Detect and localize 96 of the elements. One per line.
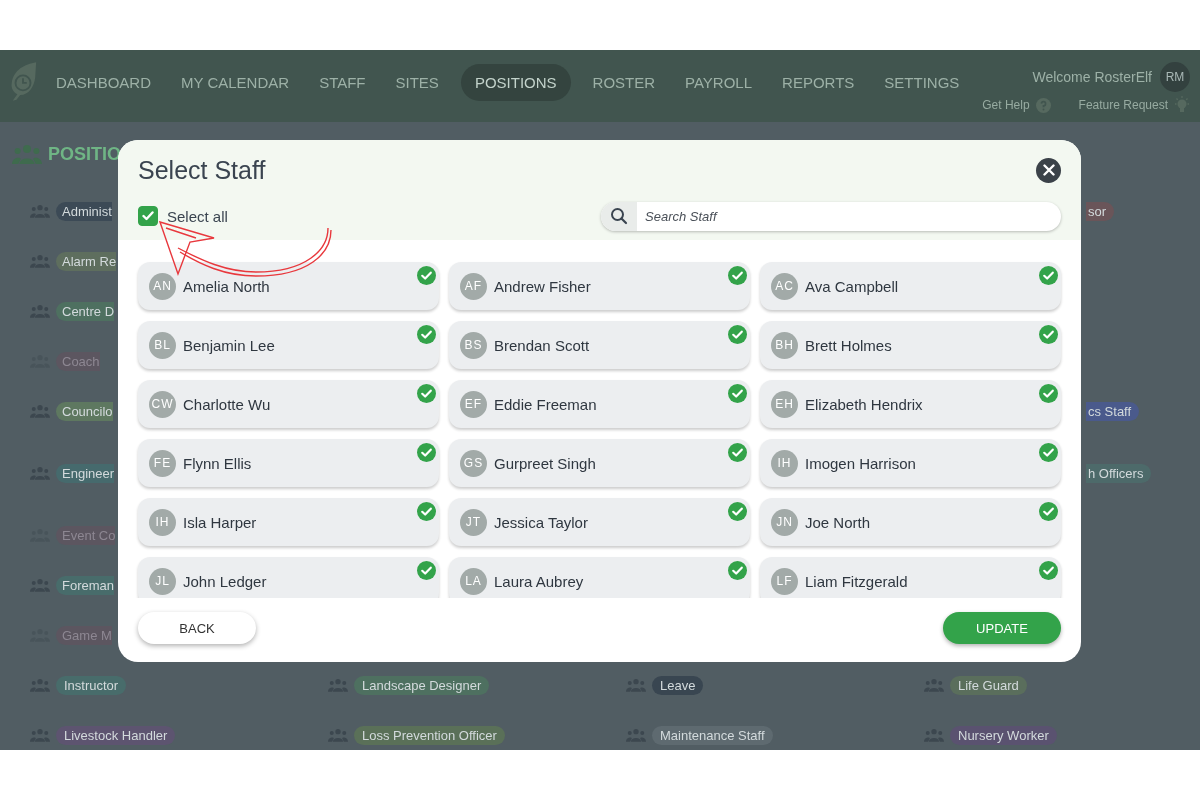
staff-card[interactable]: FE Flynn Ellis: [138, 439, 439, 487]
staff-avatar: AN: [149, 272, 176, 300]
staff-avatar: JT: [460, 508, 487, 536]
page-title: POSITIO: [48, 143, 121, 165]
staff-name: Ava Campbell: [805, 277, 899, 295]
nav-tab[interactable]: REPORTS: [774, 64, 863, 101]
staff-name: Brendan Scott: [494, 336, 590, 354]
staff-name: Isla Harper: [183, 513, 257, 531]
position-tag[interactable]: Instructor: [56, 675, 127, 695]
nav-tab[interactable]: MY CALENDAR: [173, 64, 298, 101]
nav-tab[interactable]: SETTINGS: [876, 64, 968, 101]
nav-tab[interactable]: STAFF: [311, 64, 374, 101]
staff-avatar: BL: [149, 331, 176, 359]
position-tag[interactable]: Administ: [56, 201, 112, 221]
select-all-label[interactable]: Select all: [167, 207, 228, 225]
staff-card[interactable]: IH Isla Harper: [138, 498, 439, 546]
staff-card[interactable]: AF Andrew Fisher: [449, 262, 750, 310]
check-icon: [142, 211, 154, 221]
position-tag[interactable]: Alarm Re: [56, 251, 117, 271]
position-tag[interactable]: Councilo: [56, 401, 113, 421]
feature-request-link[interactable]: Feature Request: [1078, 98, 1168, 112]
staff-name: Jessica Taylor: [494, 513, 588, 531]
staff-name: Flynn Ellis: [183, 454, 252, 472]
help-link[interactable]: Get Help: [982, 98, 1030, 112]
staff-name: Liam Fitzgerald: [805, 572, 908, 590]
staff-avatar: EH: [771, 390, 798, 418]
staff-name: Imogen Harrison: [805, 454, 916, 472]
staff-card[interactable]: GS Gurpreet Singh: [449, 439, 750, 487]
staff-card[interactable]: BL Benjamin Lee: [138, 321, 439, 369]
staff-avatar: JN: [771, 508, 798, 536]
staff-name: Gurpreet Singh: [494, 454, 596, 472]
staff-name: Benjamin Lee: [183, 336, 275, 354]
staff-name: Amelia North: [183, 277, 270, 295]
staff-card[interactable]: BS Brendan Scott: [449, 321, 750, 369]
nav-tab[interactable]: SITES: [387, 64, 447, 101]
position-tag[interactable]: Loss Prevention Officer: [354, 725, 505, 745]
staff-card[interactable]: AN Amelia North: [138, 262, 439, 310]
staff-name: Joe North: [805, 513, 871, 531]
search-icon: [610, 207, 628, 225]
close-icon: [1042, 164, 1055, 176]
position-tag[interactable]: Landscape Designer: [354, 675, 490, 695]
staff-card[interactable]: EH Elizabeth Hendrix: [760, 380, 1061, 428]
staff-avatar: IH: [149, 508, 176, 536]
staff-name: Laura Aubrey: [494, 572, 584, 590]
position-tag[interactable]: Engineer: [56, 463, 115, 483]
dialog-title: Select Staff: [138, 155, 266, 185]
position-tag[interactable]: cs Staff: [1086, 401, 1140, 421]
nav-tab[interactable]: PAYROLL: [677, 64, 761, 101]
staff-avatar: BH: [771, 331, 798, 359]
position-tag[interactable]: Leave: [652, 675, 704, 695]
staff-avatar: JL: [149, 567, 176, 595]
staff-avatar: GS: [460, 449, 487, 477]
back-button[interactable]: BACK: [138, 612, 256, 644]
position-tag[interactable]: sor: [1086, 201, 1115, 221]
staff-name: Charlotte Wu: [183, 395, 271, 413]
staff-card[interactable]: BH Brett Holmes: [760, 321, 1061, 369]
user-avatar[interactable]: RM: [1160, 62, 1190, 92]
staff-card[interactable]: JL John Ledger: [138, 557, 439, 598]
staff-name: Elizabeth Hendrix: [805, 395, 923, 413]
staff-name: Eddie Freeman: [494, 395, 597, 413]
staff-card[interactable]: IH Imogen Harrison: [760, 439, 1061, 487]
staff-name: Andrew Fisher: [494, 277, 591, 295]
staff-card[interactable]: EF Eddie Freeman: [449, 380, 750, 428]
search-input[interactable]: Search Staff: [637, 207, 1061, 225]
position-tag[interactable]: Livestock Handler: [56, 725, 176, 745]
search-field[interactable]: Search Staff: [601, 201, 1061, 231]
staff-name: John Ledger: [183, 572, 267, 590]
position-tag[interactable]: h Officers: [1086, 463, 1152, 483]
nav-tab[interactable]: DASHBOARD: [48, 64, 160, 101]
staff-card[interactable]: LA Laura Aubrey: [449, 557, 750, 598]
staff-card[interactable]: LF Liam Fitzgerald: [760, 557, 1061, 598]
welcome-text: Welcome RosterElf: [1032, 69, 1152, 85]
position-tag[interactable]: Foreman: [56, 575, 115, 595]
staff-avatar: IH: [771, 449, 798, 477]
staff-avatar: AC: [771, 272, 798, 300]
staff-avatar: AF: [460, 272, 487, 300]
staff-avatar: BS: [460, 331, 487, 359]
staff-avatar: FE: [149, 449, 176, 477]
position-tag[interactable]: Maintenance Staff: [652, 725, 773, 745]
staff-avatar: CW: [149, 390, 176, 418]
position-tag[interactable]: Nursery Worker: [950, 725, 1057, 745]
staff-card[interactable]: AC Ava Campbell: [760, 262, 1061, 310]
update-button[interactable]: UPDATE: [943, 612, 1061, 644]
nav-tab[interactable]: POSITIONS: [460, 64, 571, 101]
select-all-checkbox[interactable]: [138, 206, 158, 226]
staff-avatar: LF: [771, 567, 798, 595]
staff-card[interactable]: JT Jessica Taylor: [449, 498, 750, 546]
staff-card[interactable]: CW Charlotte Wu: [138, 380, 439, 428]
position-tag[interactable]: Centre D: [56, 301, 115, 321]
staff-card[interactable]: JN Joe North: [760, 498, 1061, 546]
staff-avatar: LA: [460, 567, 487, 595]
close-button[interactable]: [1036, 157, 1061, 183]
position-tag[interactable]: Life Guard: [950, 675, 1027, 695]
nav-tab[interactable]: ROSTER: [584, 64, 664, 101]
staff-avatar: EF: [460, 390, 487, 418]
staff-name: Brett Holmes: [805, 336, 892, 354]
